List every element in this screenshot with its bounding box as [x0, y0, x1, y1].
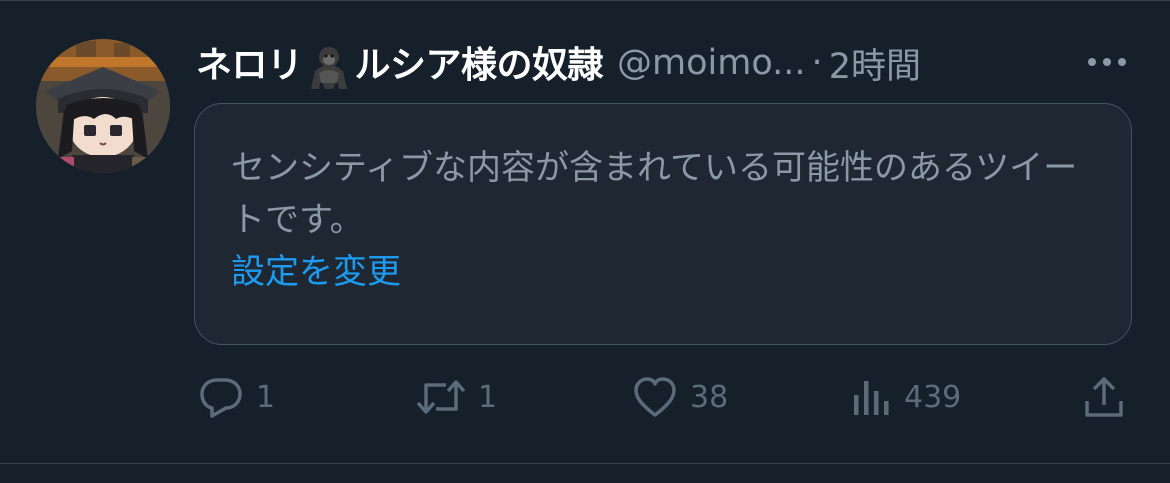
like-button[interactable]: 38: [632, 371, 728, 423]
display-name-suffix[interactable]: ルシア様の奴隷: [355, 45, 604, 86]
reply-icon: [200, 378, 242, 418]
retweet-count: 1: [478, 379, 498, 415]
bottom-divider: [0, 463, 1170, 464]
share-icon: [1085, 377, 1123, 417]
tweet-header: ネロリ ルシア様の奴隷 @moimo... · 2時間: [196, 33, 921, 93]
reply-button[interactable]: 1: [198, 371, 275, 423]
views-button[interactable]: 439: [850, 371, 961, 423]
avatar[interactable]: [36, 39, 170, 173]
views-chart-icon: [854, 381, 889, 415]
timestamp[interactable]: 2時間: [829, 38, 921, 89]
more-icon[interactable]: [1082, 49, 1132, 75]
reply-count: 1: [256, 379, 276, 415]
retweet-icon: [416, 380, 466, 414]
display-name-prefix[interactable]: ネロリ: [196, 45, 303, 86]
sensitive-notice-text: センシティブな内容が含まれている可能性のあるツイートです。: [231, 148, 1078, 240]
separator-dot: ·: [811, 43, 823, 83]
tweet-actions: 1 1 38 439: [194, 371, 1132, 423]
view-count: 439: [904, 379, 962, 415]
share-button[interactable]: [1082, 371, 1126, 423]
like-count: 38: [690, 379, 729, 415]
display-name[interactable]: ネロリ ルシア様の奴隷: [196, 36, 604, 91]
tweet[interactable]: ネロリ ルシア様の奴隷 @moimo... · 2時間 センシティブな内容が含ま…: [0, 0, 1170, 483]
gorilla-icon: [310, 46, 347, 89]
heart-icon: [634, 377, 676, 417]
change-settings-link[interactable]: 設定を変更: [231, 246, 401, 298]
sensitive-content-notice: センシティブな内容が含まれている可能性のあるツイートです。 設定を変更: [194, 103, 1132, 345]
retweet-button[interactable]: 1: [416, 371, 497, 423]
user-handle[interactable]: @moimo...: [617, 43, 806, 83]
